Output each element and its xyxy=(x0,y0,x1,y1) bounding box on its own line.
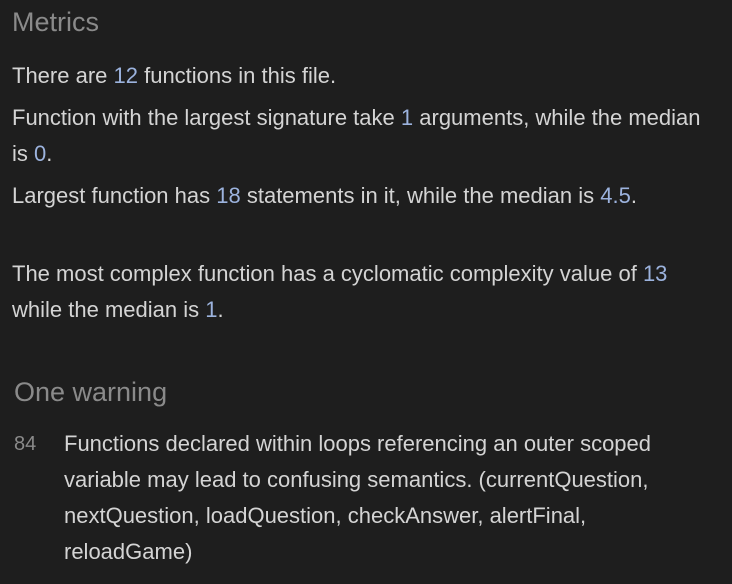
warning-line-number: 84 xyxy=(14,433,37,455)
statements-median: 4.5 xyxy=(600,183,631,208)
functions-count-prefix: There are xyxy=(12,63,114,88)
complexity-prefix: The most complex function has a cyclomat… xyxy=(12,261,643,286)
warning-message: Functions declared within loops referenc… xyxy=(64,431,652,564)
statements-value: 18 xyxy=(216,183,241,208)
statements-prefix: Largest function has xyxy=(12,183,217,208)
statements-suffix: . xyxy=(630,183,637,208)
warnings-heading: One warning xyxy=(14,377,168,407)
signature-suffix: . xyxy=(46,141,53,166)
complexity-text: The most complex function has a cyclomat… xyxy=(12,256,717,328)
complexity-value: 13 xyxy=(642,261,668,286)
signature-value: 1 xyxy=(400,105,414,130)
statements-text: Largest function has 18 statements in it… xyxy=(12,178,717,214)
signature-text: Function with the largest signature take… xyxy=(12,100,717,172)
statements-middle: statements in it, while the median is xyxy=(240,183,601,208)
functions-count-suffix: functions in this file. xyxy=(137,63,337,88)
complexity-middle: while the median is xyxy=(12,297,206,322)
complexity-median: 1 xyxy=(205,297,218,322)
metrics-heading: Metrics xyxy=(12,7,99,37)
functions-count-text: There are 12 functions in this file. xyxy=(12,58,717,94)
signature-median: 0 xyxy=(34,141,47,166)
signature-prefix: Function with the largest signature take xyxy=(12,105,401,130)
functions-count-value: 12 xyxy=(113,63,138,88)
complexity-suffix: . xyxy=(217,297,224,322)
